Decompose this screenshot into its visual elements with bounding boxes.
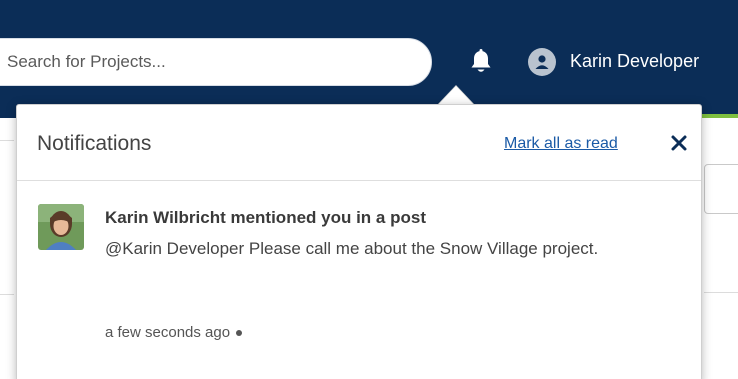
person-icon <box>535 55 549 69</box>
close-icon[interactable] <box>667 131 691 155</box>
bell-icon[interactable] <box>468 48 494 76</box>
background-divider <box>0 294 14 295</box>
notification-message: @Karin Developer Please call me about th… <box>105 239 599 258</box>
notification-title: Karin Wilbricht mentioned you in a post <box>105 208 426 227</box>
background-field <box>704 164 738 214</box>
notification-timestamp: a few seconds ago <box>105 324 243 341</box>
top-navbar: Karin Developer <box>0 0 738 118</box>
notification-item[interactable]: Karin Wilbricht mentioned you in a post … <box>17 182 701 379</box>
unread-dot-icon <box>236 330 243 337</box>
notifications-title: Notifications <box>37 132 152 155</box>
search-box[interactable] <box>0 38 432 86</box>
notifications-header: Notifications Mark all as read <box>17 105 701 181</box>
sender-avatar-icon <box>38 204 84 250</box>
notification-time-text: a few seconds ago <box>105 324 231 341</box>
user-avatar-icon[interactable] <box>528 48 556 76</box>
notifications-popup: Notifications Mark all as read Karin Wil… <box>16 104 702 379</box>
app-screen: Karin Developer Notifications Mark all a… <box>0 0 738 379</box>
popup-caret <box>438 86 474 105</box>
background-divider <box>704 292 738 293</box>
mark-all-read-link[interactable]: Mark all as read <box>504 135 618 153</box>
background-divider <box>0 140 14 141</box>
search-input[interactable] <box>7 39 407 85</box>
user-name-label[interactable]: Karin Developer <box>570 51 699 72</box>
navbar-accent-strip <box>700 114 738 118</box>
